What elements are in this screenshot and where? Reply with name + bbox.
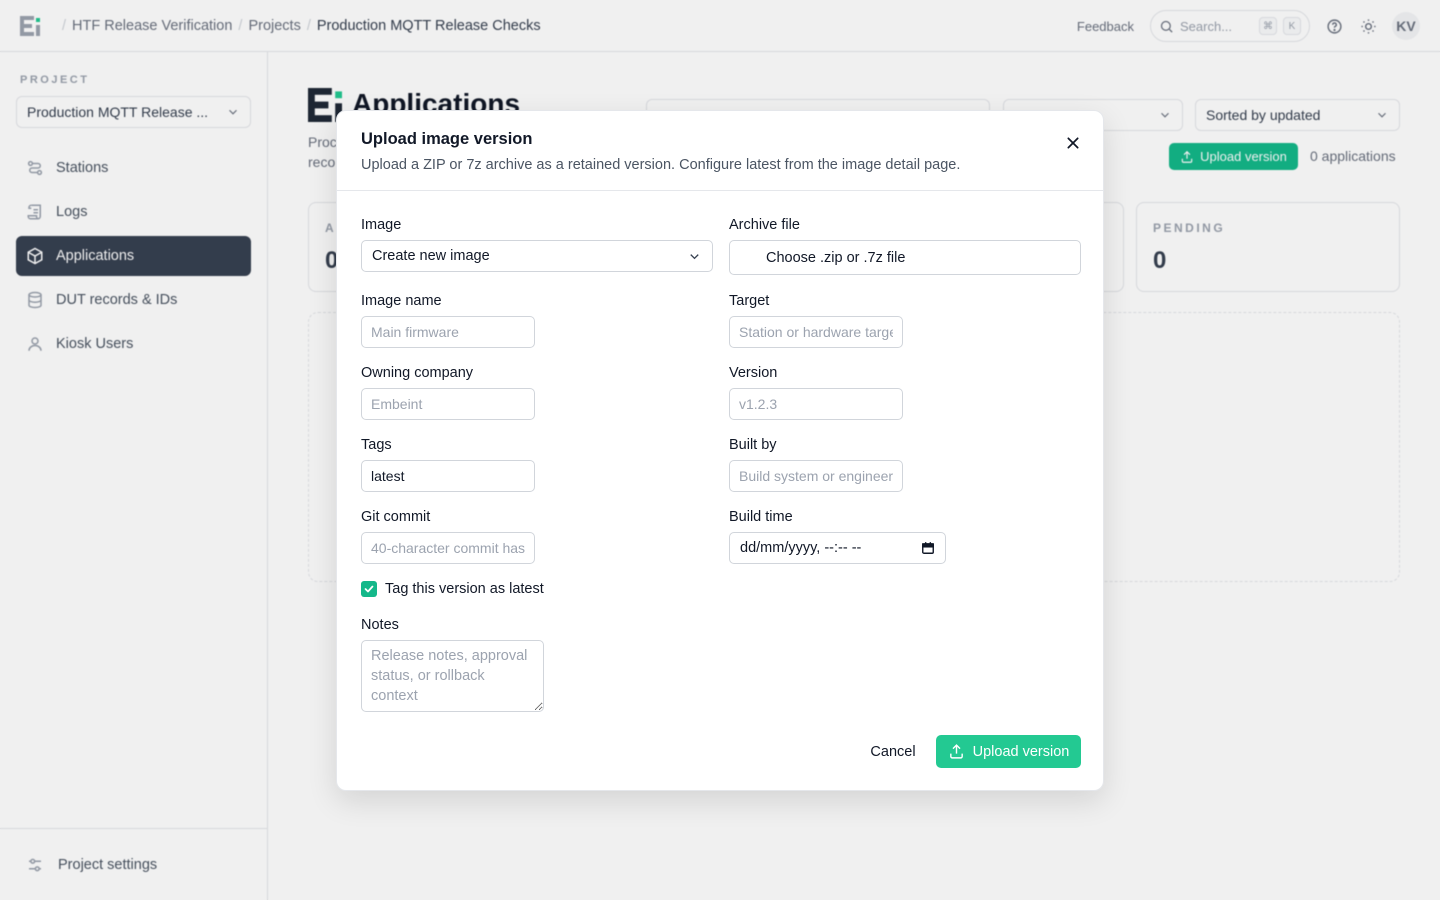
upload-image-version-dialog: Upload image version Upload a ZIP or 7z … [336, 110, 1104, 791]
tag-latest-checkbox-label: Tag this version as latest [385, 581, 544, 597]
image-select-value: Create new image [372, 248, 490, 264]
chevron-down-icon [690, 253, 699, 259]
dialog-header: Upload image version Upload a ZIP or 7z … [337, 111, 1103, 191]
calendar-icon[interactable] [921, 541, 935, 555]
dialog-description: Upload a ZIP or 7z archive as a retained… [361, 157, 961, 173]
built-by-input[interactable] [729, 460, 903, 492]
dialog-title: Upload image version [361, 130, 533, 148]
build-time-value: dd/mm/yyyy, --:-- -- [740, 540, 862, 556]
built-by-label: Built by [729, 437, 777, 453]
notes-textarea[interactable] [361, 640, 544, 712]
tag-latest-checkbox-row[interactable]: Tag this version as latest [361, 581, 544, 597]
build-time-label: Build time [729, 509, 793, 525]
cancel-button[interactable]: Cancel [861, 736, 925, 768]
tags-input[interactable] [361, 460, 535, 492]
image-name-input[interactable] [361, 316, 535, 348]
git-commit-label: Git commit [361, 509, 431, 525]
upload-version-submit-button[interactable]: Upload version [936, 735, 1081, 768]
upload-version-submit-label: Upload version [972, 743, 1070, 760]
target-input[interactable] [729, 316, 903, 348]
target-label: Target [729, 293, 770, 309]
image-label: Image [361, 217, 402, 233]
close-icon[interactable] [1063, 133, 1083, 153]
image-name-label: Image name [361, 293, 442, 309]
owning-company-label: Owning company [361, 365, 474, 381]
archive-file-label: Archive file [729, 217, 800, 233]
image-select[interactable]: Create new image [361, 240, 713, 272]
git-commit-input[interactable] [361, 532, 535, 564]
archive-file-input[interactable]: Choose .zip or .7z file [729, 240, 1081, 275]
tags-label: Tags [361, 437, 392, 453]
version-input[interactable] [729, 388, 903, 420]
owning-company-input[interactable] [361, 388, 535, 420]
notes-label: Notes [361, 617, 399, 633]
tag-latest-checkbox[interactable] [361, 581, 377, 597]
archive-file-text: Choose .zip or .7z file [766, 249, 906, 266]
upload-icon [949, 744, 963, 759]
check-icon [364, 585, 374, 593]
build-time-input[interactable]: dd/mm/yyyy, --:-- -- [729, 532, 946, 564]
version-label: Version [729, 365, 778, 381]
